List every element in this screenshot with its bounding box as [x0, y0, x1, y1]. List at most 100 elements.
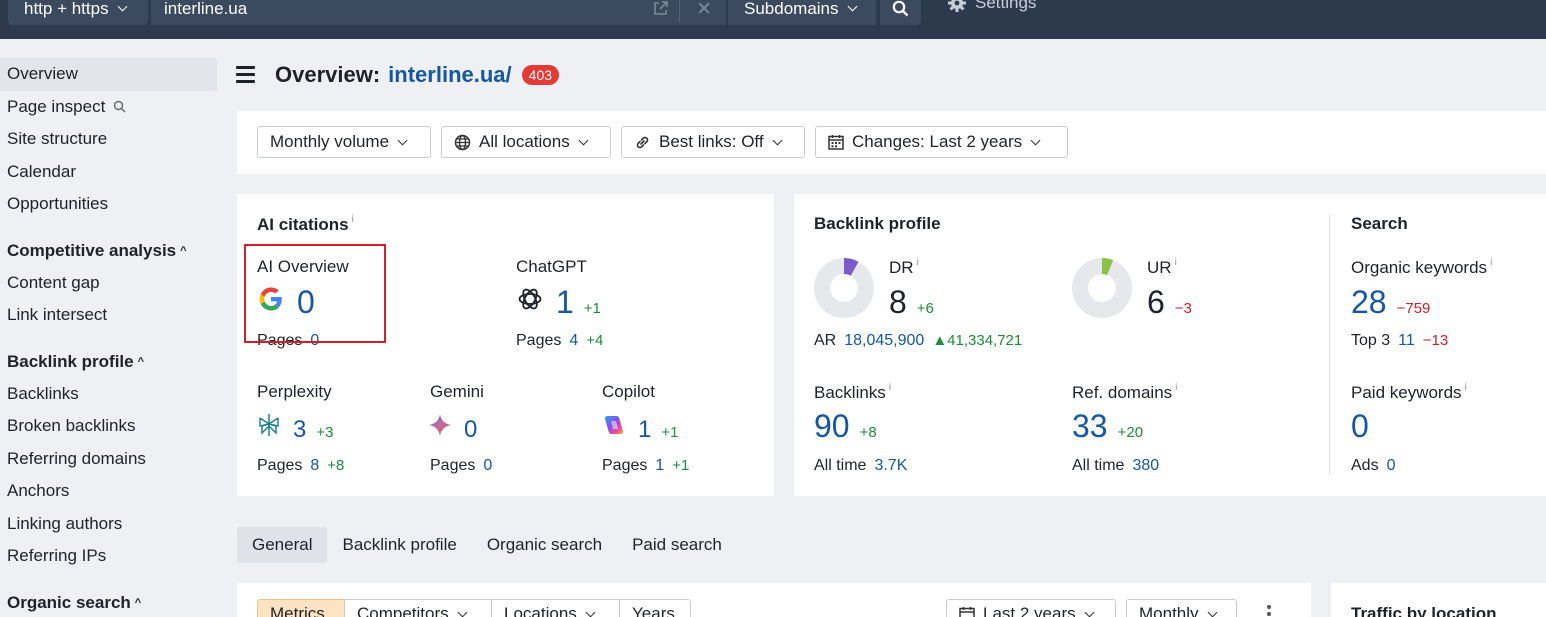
- ar-delta: ▲41,334,721: [932, 332, 1022, 349]
- segment-locations[interactable]: Locations: [491, 599, 620, 617]
- external-link-icon[interactable]: [653, 1, 668, 20]
- search-button[interactable]: [880, 0, 921, 25]
- info-icon[interactable]: i: [1465, 382, 1467, 393]
- period-label: Last 2 years: [983, 604, 1076, 617]
- info-icon[interactable]: i: [917, 257, 919, 268]
- settings-button[interactable]: Settings: [948, 0, 1036, 13]
- pages-delta: +8: [327, 457, 345, 474]
- dr-metric: 8 +6: [889, 284, 934, 321]
- sidebar-item-linking-authors[interactable]: Linking authors: [0, 508, 217, 541]
- pages-value[interactable]: 4: [569, 332, 578, 349]
- report-tabs: General Backlink profile Organic search …: [237, 527, 737, 563]
- sidebar-item-link-intersect[interactable]: Link intersect: [0, 299, 217, 332]
- chevron-down-icon: [772, 135, 783, 145]
- pages-value[interactable]: 8: [310, 457, 319, 474]
- paid-keywords-value[interactable]: 0: [1351, 408, 1369, 445]
- dr-label-text: DR: [889, 258, 914, 277]
- chevron-down-icon: [1030, 135, 1041, 145]
- url-value: interline.ua: [164, 0, 248, 18]
- best-links-select[interactable]: Best links: Off: [621, 126, 805, 158]
- sidebar-section-competitive[interactable]: Competitive analysis ^: [0, 235, 217, 267]
- backlinks-delta: +8: [859, 424, 877, 441]
- pages-label: Pages: [602, 457, 648, 474]
- backlinks-value[interactable]: 90: [814, 408, 850, 445]
- info-icon[interactable]: i: [1175, 257, 1177, 268]
- sidebar-item-opportunities[interactable]: Opportunities: [0, 188, 217, 221]
- menu-icon[interactable]: [236, 66, 255, 87]
- chatgpt-delta: +1: [583, 300, 601, 317]
- period-select[interactable]: Last 2 years: [946, 599, 1116, 617]
- gear-icon: [948, 0, 966, 12]
- sidebar-item-content-gap[interactable]: Content gap: [0, 267, 217, 300]
- granularity-select[interactable]: Monthly: [1126, 599, 1237, 617]
- metrics-chart-card: Metrics Competitors Locations Years Last…: [237, 583, 1311, 617]
- gemini-value[interactable]: 0: [464, 416, 477, 444]
- info-icon[interactable]: i: [1175, 382, 1177, 393]
- chatgpt-value[interactable]: 1: [556, 284, 574, 321]
- organic-label-text: Organic keywords: [1351, 258, 1488, 277]
- clear-icon[interactable]: ✕: [696, 0, 712, 21]
- tab-paid-search[interactable]: Paid search: [617, 527, 737, 563]
- sidebar-item-page-inspect[interactable]: Page inspect: [0, 91, 217, 124]
- protocol-select[interactable]: http + https: [8, 0, 148, 25]
- ref-domains-value[interactable]: 33: [1072, 408, 1108, 445]
- alltime-label: All time: [814, 457, 867, 474]
- volume-select[interactable]: Monthly volume: [257, 126, 431, 158]
- segment-metrics[interactable]: Metrics: [257, 599, 345, 617]
- ar-value[interactable]: 18,045,900: [844, 332, 924, 349]
- sidebar-section-backlink[interactable]: Backlink profile ^: [0, 346, 217, 378]
- ur-metric: 6 −3: [1147, 284, 1192, 321]
- tab-backlink-profile[interactable]: Backlink profile: [327, 527, 471, 563]
- gemini-label: Gemini: [430, 382, 484, 401]
- sidebar-item-referring-domains[interactable]: Referring domains: [0, 443, 217, 476]
- url-input[interactable]: interline.ua ✕: [151, 0, 726, 25]
- alltime-value[interactable]: 380: [1132, 457, 1159, 474]
- pages-delta: +1: [672, 457, 690, 474]
- tab-general[interactable]: General: [237, 527, 328, 563]
- pages-label: Pages: [430, 457, 476, 474]
- sidebar-section-organic[interactable]: Organic search ^: [0, 587, 217, 617]
- chevron-down-icon: [847, 1, 857, 12]
- info-icon[interactable]: i: [889, 382, 891, 393]
- segment-years[interactable]: Years: [619, 599, 691, 617]
- top3-value[interactable]: 11: [1398, 332, 1415, 349]
- chevron-up-icon: ^: [180, 244, 187, 257]
- pages-value[interactable]: 1: [655, 457, 664, 474]
- gemini-metric: 0: [428, 413, 477, 444]
- alltime-value[interactable]: 3.7K: [874, 457, 907, 474]
- filter-bar: Monthly volume All locations Best links:…: [237, 111, 1546, 174]
- more-options-icon[interactable]: [1267, 605, 1271, 617]
- segment-competitors[interactable]: Competitors: [344, 599, 492, 617]
- sidebar-item-site-structure[interactable]: Site structure: [0, 123, 217, 156]
- locations-select[interactable]: All locations: [441, 126, 611, 158]
- copilot-metric: 1 +1: [602, 413, 678, 444]
- granularity-label: Monthly: [1139, 604, 1199, 617]
- sidebar-item-overview[interactable]: Overview: [0, 58, 217, 91]
- sidebar-item-backlinks[interactable]: Backlinks: [0, 378, 217, 411]
- info-icon[interactable]: i: [1490, 257, 1492, 268]
- chevron-up-icon: ^: [134, 596, 142, 609]
- info-icon[interactable]: i: [352, 214, 354, 225]
- sidebar-item-referring-ips[interactable]: Referring IPs: [0, 540, 217, 573]
- backlinks-alltime: All time 3.7K: [814, 457, 907, 475]
- chevron-down-icon: [1084, 607, 1095, 617]
- perplexity-value[interactable]: 3: [293, 416, 306, 444]
- sidebar-item-calendar[interactable]: Calendar: [0, 156, 217, 189]
- subdomains-select[interactable]: Subdomains: [728, 0, 876, 25]
- pages-value[interactable]: 0: [483, 457, 492, 474]
- changes-select[interactable]: Changes: Last 2 years: [815, 126, 1068, 158]
- ads-value[interactable]: 0: [1387, 457, 1396, 474]
- backlink-profile-title: Backlink profile: [814, 214, 941, 233]
- gemini-pages: Pages 0: [430, 457, 492, 475]
- sidebar-item-anchors[interactable]: Anchors: [0, 475, 217, 508]
- organic-keywords-value[interactable]: 28: [1351, 284, 1387, 321]
- sidebar-item-broken-backlinks[interactable]: Broken backlinks: [0, 410, 217, 443]
- tab-organic-search[interactable]: Organic search: [472, 527, 617, 563]
- ref-domains-label: Ref. domains i: [1072, 382, 1177, 403]
- ai-citations-title: AI citations i: [257, 214, 354, 235]
- calendar-icon: [828, 135, 844, 150]
- domain-link[interactable]: interline.ua/: [388, 62, 511, 88]
- perplexity-label: Perplexity: [257, 382, 332, 401]
- copilot-value[interactable]: 1: [638, 416, 651, 444]
- ur-value: 6: [1147, 284, 1165, 320]
